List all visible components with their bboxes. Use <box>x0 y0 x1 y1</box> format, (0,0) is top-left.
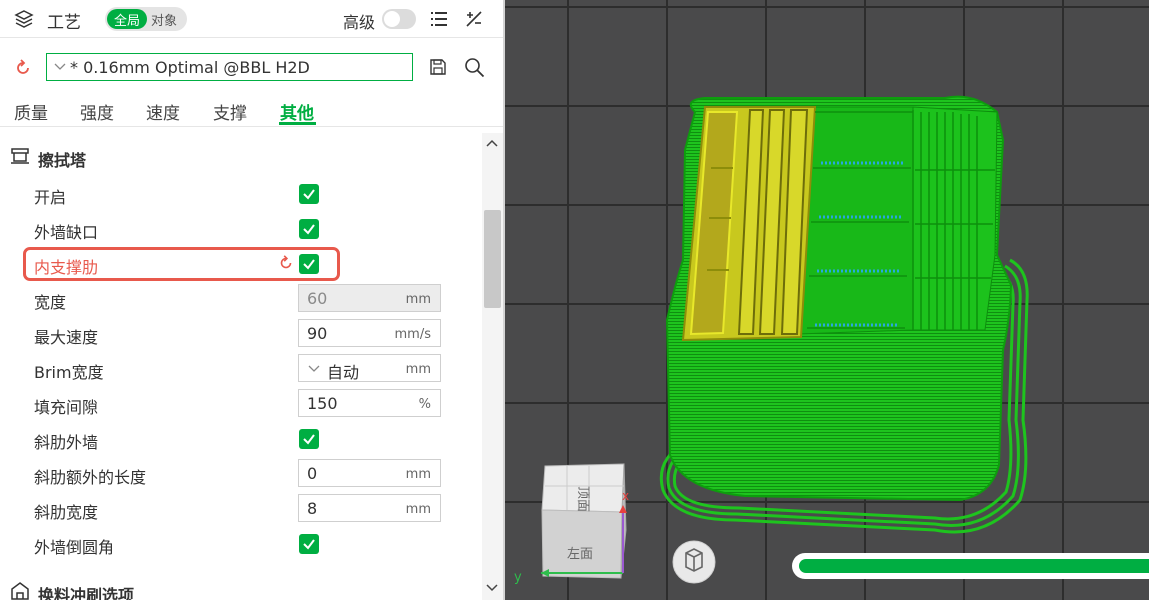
check-icon <box>303 224 315 235</box>
rib-width-unit: mm <box>405 502 431 517</box>
tab-quality[interactable]: 质量 <box>14 99 48 124</box>
brim-width-label: Brim宽度 <box>34 363 104 382</box>
rib-extra-length-field[interactable]: 0 mm <box>298 459 441 487</box>
infill-gap-label: 填充间隙 <box>34 398 99 417</box>
scroll-up-icon[interactable] <box>486 139 498 148</box>
check-icon <box>303 434 315 445</box>
check-icon <box>303 259 315 270</box>
rib-wall-checkbox[interactable] <box>299 429 319 449</box>
inner-rib-checkbox[interactable] <box>299 254 319 274</box>
rib-wall-label: 斜肋外墙 <box>34 433 99 452</box>
scope-global-label[interactable]: 全局 <box>114 10 140 29</box>
section-title: 擦拭塔 <box>38 151 87 170</box>
max-speed-unit: mm/s <box>394 327 431 342</box>
max-speed-value: 90 <box>307 324 328 343</box>
tab-speed[interactable]: 速度 <box>146 99 180 124</box>
cube-front-label[interactable]: 左面 <box>567 547 593 562</box>
flush-icon <box>11 582 29 600</box>
fillet-wall-checkbox[interactable] <box>299 534 319 554</box>
compare-icon[interactable] <box>464 9 484 29</box>
rib-width-field[interactable]: 8 mm <box>298 494 441 522</box>
scroll-down-icon[interactable] <box>486 583 498 592</box>
rib-extra-length-label: 斜肋额外的长度 <box>34 468 147 487</box>
rib-extra-length-unit: mm <box>405 467 431 482</box>
viewport-canvas: 顶面 左面 y x <box>505 0 1149 600</box>
search-icon[interactable] <box>464 57 485 78</box>
width-unit: mm <box>405 292 431 307</box>
3d-viewport[interactable]: 顶面 左面 y x <box>505 0 1149 600</box>
infill-gap-unit: % <box>418 397 431 412</box>
rib-width-value: 8 <box>307 499 318 518</box>
panel-title: 工艺 <box>47 13 81 33</box>
fillet-wall-label: 外墙倒圆角 <box>34 538 115 557</box>
reset-icon[interactable] <box>13 58 33 78</box>
preset-value: * 0.16mm Optimal @BBL H2D <box>70 58 310 77</box>
list-icon[interactable] <box>430 10 448 28</box>
tab-strength[interactable]: 强度 <box>80 99 114 124</box>
max-speed-field[interactable]: 90 mm/s <box>298 319 441 347</box>
outer-wall-gap-checkbox[interactable] <box>299 219 319 239</box>
process-panel: 工艺 全局 对象 高级 * 0.16mm Optimal @BBL H2D 质量… <box>0 0 503 600</box>
chevron-down-icon <box>308 365 320 372</box>
scope-object-label[interactable]: 对象 <box>151 10 177 29</box>
width-field[interactable]: 60 mm <box>298 284 441 312</box>
brim-width-value: 自动 <box>327 363 360 382</box>
fit-view-button[interactable] <box>672 540 716 584</box>
check-icon <box>303 539 315 550</box>
tab-support[interactable]: 支撑 <box>213 99 247 124</box>
tab-others[interactable]: 其他 <box>280 99 314 124</box>
scrollbar-track[interactable] <box>482 133 503 600</box>
preset-select[interactable]: * 0.16mm Optimal @BBL H2D <box>46 53 413 81</box>
reset-icon[interactable] <box>277 254 295 272</box>
tabs-divider <box>0 126 503 127</box>
progress-bar <box>792 553 1149 579</box>
brim-width-select[interactable]: 自动 mm <box>298 354 441 382</box>
brim-width-unit: mm <box>405 362 431 377</box>
progress-fill <box>799 559 1149 573</box>
prime-tower-icon <box>11 148 29 164</box>
rib-width-label: 斜肋宽度 <box>34 503 99 522</box>
advanced-toggle[interactable] <box>382 9 416 29</box>
enable-label: 开启 <box>34 188 67 207</box>
outer-wall-gap-label: 外墙缺口 <box>34 223 99 242</box>
layers-icon <box>14 10 34 28</box>
cube-top-label[interactable]: 顶面 <box>575 486 590 512</box>
active-tab-indicator <box>279 122 316 125</box>
width-value: 60 <box>307 289 328 308</box>
header-divider <box>0 37 503 38</box>
next-section-title: 换料冲刷选项 <box>38 586 135 600</box>
model-top-face-right <box>912 106 998 331</box>
inner-rib-label: 内支撑肋 <box>34 258 99 277</box>
max-speed-label: 最大速度 <box>34 328 99 347</box>
axis-x-label: x <box>622 489 629 503</box>
rib-extra-length-value: 0 <box>307 464 318 483</box>
check-icon <box>303 189 315 200</box>
infill-gap-value: 150 <box>307 394 338 413</box>
scope-toggle[interactable]: 全局 对象 <box>105 7 187 31</box>
width-label: 宽度 <box>34 293 67 312</box>
enable-checkbox[interactable] <box>299 184 319 204</box>
advanced-label: 高级 <box>343 13 376 32</box>
axis-y-label: y <box>514 570 522 585</box>
infill-gap-field[interactable]: 150 % <box>298 389 441 417</box>
chevron-down-icon <box>54 63 66 70</box>
yellow-wipe-region <box>681 106 817 342</box>
advanced-toggle-knob <box>384 11 400 27</box>
scrollbar-thumb[interactable] <box>484 210 501 308</box>
save-icon[interactable] <box>429 58 447 76</box>
